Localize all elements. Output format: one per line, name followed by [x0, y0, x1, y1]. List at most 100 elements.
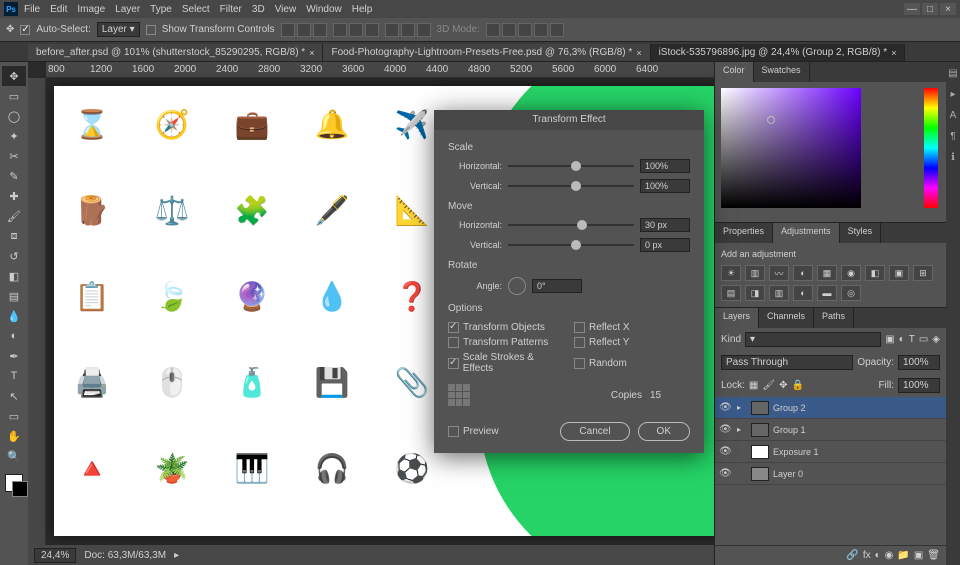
gradient-map-icon[interactable]: ▬: [817, 285, 837, 301]
preview-checkbox[interactable]: Preview: [448, 426, 499, 437]
tab-paths[interactable]: Paths: [814, 308, 854, 328]
filter-shape-icon[interactable]: ▭: [919, 334, 928, 345]
visibility-icon[interactable]: 👁: [719, 402, 733, 413]
trash-icon[interactable]: 🗑: [927, 550, 940, 561]
fx-icon[interactable]: fx: [863, 550, 871, 561]
close-icon[interactable]: ×: [309, 48, 314, 58]
mask-icon[interactable]: ◐: [875, 550, 881, 561]
ok-button[interactable]: OK: [638, 422, 690, 441]
lasso-tool[interactable]: ◯: [2, 106, 26, 126]
marquee-tool[interactable]: ▭: [2, 86, 26, 106]
dodge-tool[interactable]: ◐: [2, 326, 26, 346]
menu-window[interactable]: Window: [306, 4, 342, 15]
visibility-icon[interactable]: 👁: [719, 424, 733, 435]
menu-3d[interactable]: 3D: [252, 4, 265, 15]
scale-h-value[interactable]: 100%: [640, 159, 690, 173]
menu-file[interactable]: File: [24, 4, 40, 15]
menu-select[interactable]: Select: [182, 4, 210, 15]
mixer-icon[interactable]: ⊞: [913, 265, 933, 281]
opt-reflect-y[interactable]: Reflect Y: [574, 337, 690, 348]
history-icon[interactable]: ▤: [948, 68, 957, 79]
tab-styles[interactable]: Styles: [840, 223, 882, 243]
move-v-value[interactable]: 0 px: [640, 238, 690, 252]
posterize-icon[interactable]: ▥: [769, 285, 789, 301]
path-tool[interactable]: ↖: [2, 386, 26, 406]
filter-smart-icon[interactable]: ◈: [932, 334, 940, 345]
scale-v-value[interactable]: 100%: [640, 179, 690, 193]
anchor-grid[interactable]: [448, 384, 470, 406]
visibility-icon[interactable]: 👁: [719, 468, 733, 479]
kind-filter[interactable]: ▾: [745, 332, 881, 347]
link-icon[interactable]: 🔗: [846, 550, 858, 561]
document-tab[interactable]: Food-Photography-Lightroom-Presets-Free.…: [323, 44, 650, 61]
crop-tool[interactable]: ✂: [2, 146, 26, 166]
layer-row[interactable]: 👁Exposure 1: [715, 441, 946, 463]
chevron-right-icon[interactable]: ▸: [737, 403, 747, 412]
scale-h-slider[interactable]: [508, 160, 634, 172]
shape-tool[interactable]: ▭: [2, 406, 26, 426]
eraser-tool[interactable]: ◧: [2, 266, 26, 286]
heal-tool[interactable]: ✚: [2, 186, 26, 206]
close-icon[interactable]: ×: [891, 48, 896, 58]
zoom-level[interactable]: 24,4%: [34, 548, 76, 563]
wand-tool[interactable]: ✦: [2, 126, 26, 146]
hue-icon[interactable]: ◉: [841, 265, 861, 281]
foreground-color[interactable]: [5, 474, 23, 492]
copies-value[interactable]: 15: [650, 390, 690, 401]
exposure-icon[interactable]: ◐: [793, 265, 813, 281]
document-tab[interactable]: iStock-535796896.jpg @ 24,4% (Group 2, R…: [651, 44, 906, 61]
filter-txt-icon[interactable]: T: [909, 334, 915, 345]
lookup-icon[interactable]: ▤: [721, 285, 741, 301]
auto-select-dropdown[interactable]: Layer ▾: [97, 22, 140, 37]
pen-tool[interactable]: ✒: [2, 346, 26, 366]
chevron-right-icon[interactable]: ▸: [737, 425, 747, 434]
brightness-icon[interactable]: ☀: [721, 265, 741, 281]
opt-transform-patterns[interactable]: Transform Patterns: [448, 337, 564, 348]
menu-layer[interactable]: Layer: [115, 4, 140, 15]
saturation-field[interactable]: [721, 88, 861, 208]
layer-row[interactable]: 👁▸Group 1: [715, 419, 946, 441]
angle-value[interactable]: 0°: [532, 279, 582, 293]
menu-filter[interactable]: Filter: [220, 4, 242, 15]
levels-icon[interactable]: ▥: [745, 265, 765, 281]
opt-reflect-x[interactable]: Reflect X: [574, 322, 690, 333]
layer-row[interactable]: 👁▸Group 2: [715, 397, 946, 419]
invert-icon[interactable]: ◨: [745, 285, 765, 301]
zoom-tool[interactable]: 🔍: [2, 446, 26, 466]
eyedropper-tool[interactable]: ✎: [2, 166, 26, 186]
background-color[interactable]: [12, 481, 28, 497]
stamp-tool[interactable]: ⧈: [2, 226, 26, 246]
document-tab[interactable]: before_after.psd @ 101% (shutterstock_85…: [28, 44, 323, 61]
angle-dial[interactable]: [508, 277, 526, 295]
actions-icon[interactable]: ▸: [950, 89, 955, 100]
fill-value[interactable]: 100%: [898, 378, 940, 393]
tab-swatches[interactable]: Swatches: [754, 62, 810, 82]
hand-tool[interactable]: ✋: [2, 426, 26, 446]
paragraph-icon[interactable]: ¶: [950, 131, 955, 142]
tab-layers[interactable]: Layers: [715, 308, 759, 328]
filter-adj-icon[interactable]: ◐: [899, 334, 905, 345]
brush-tool[interactable]: 🖌: [2, 206, 26, 226]
vibrance-icon[interactable]: ▦: [817, 265, 837, 281]
new-layer-icon[interactable]: ▣: [914, 550, 923, 561]
menu-edit[interactable]: Edit: [50, 4, 67, 15]
opt-transform-objects[interactable]: Transform Objects: [448, 322, 564, 333]
menu-type[interactable]: Type: [150, 4, 172, 15]
blur-tool[interactable]: 💧: [2, 306, 26, 326]
text-tool[interactable]: T: [2, 366, 26, 386]
info-icon[interactable]: ℹ: [951, 152, 955, 163]
cancel-button[interactable]: Cancel: [560, 422, 629, 441]
show-transform-checkbox[interactable]: [146, 25, 156, 35]
opt-scale-strokes[interactable]: Scale Strokes & Effects: [448, 352, 564, 374]
menu-view[interactable]: View: [275, 4, 297, 15]
selective-icon[interactable]: ◎: [841, 285, 861, 301]
character-icon[interactable]: A: [950, 110, 957, 121]
fill-adj-icon[interactable]: ◉: [885, 550, 894, 561]
gradient-tool[interactable]: ▤: [2, 286, 26, 306]
filter-img-icon[interactable]: ▣: [885, 334, 894, 345]
auto-select-checkbox[interactable]: [20, 25, 30, 35]
blend-mode[interactable]: Pass Through: [721, 355, 853, 370]
color-handle[interactable]: [767, 116, 775, 124]
lock-trans-icon[interactable]: ▦: [749, 380, 758, 391]
window-minimize[interactable]: —: [904, 3, 920, 15]
